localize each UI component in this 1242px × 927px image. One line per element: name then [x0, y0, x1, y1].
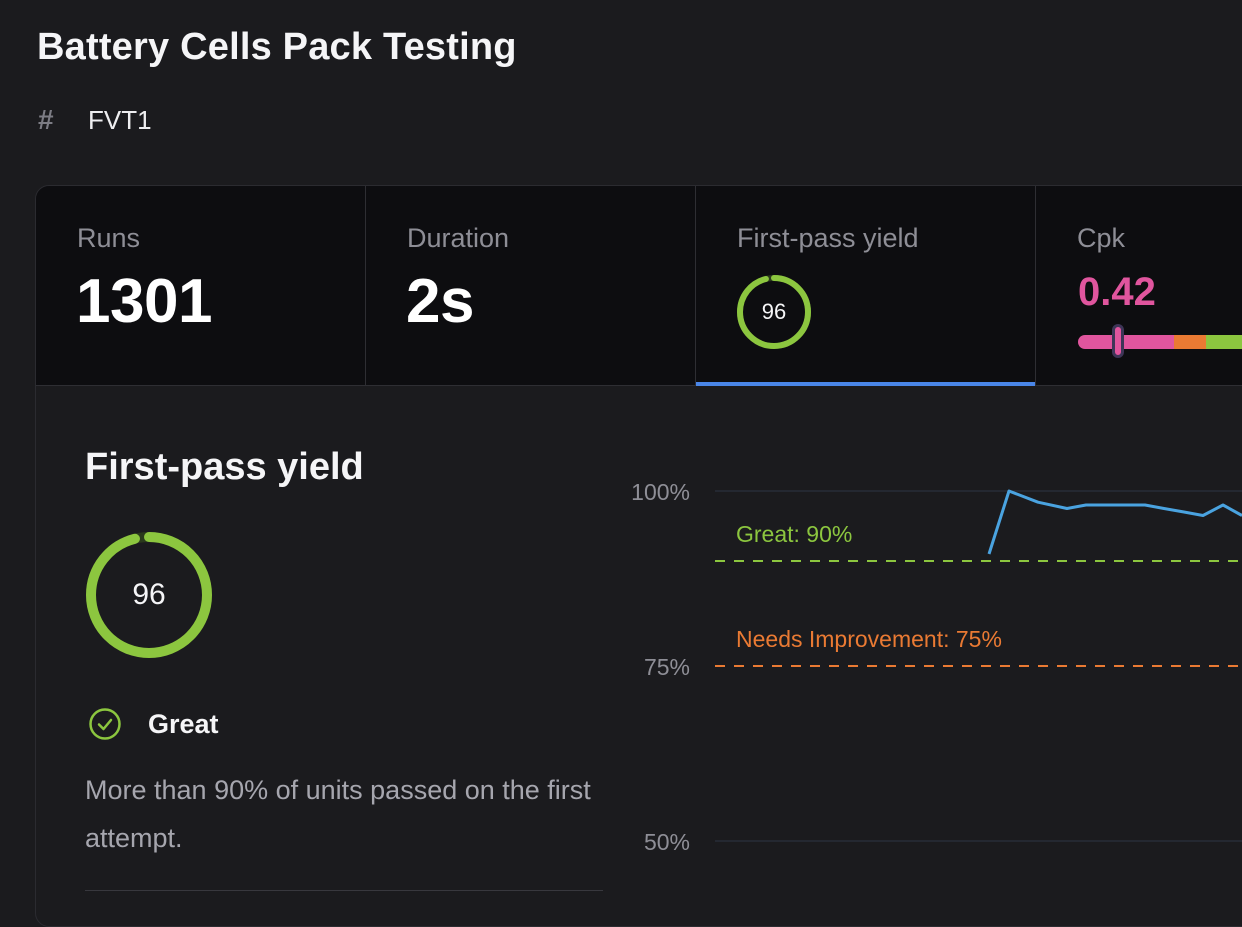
- divider: [85, 890, 603, 891]
- cpk-gauge-poor: [1078, 335, 1174, 349]
- y-tick-label: 75%: [644, 654, 690, 680]
- cpk-gauge-good: [1206, 335, 1242, 349]
- cpk-gauge-fair: [1174, 335, 1206, 349]
- fpy-mini-value: 96: [761, 299, 787, 324]
- series-line: [987, 489, 1242, 555]
- runs-value: 1301: [76, 267, 212, 336]
- detail-title: First-pass yield: [85, 446, 364, 488]
- hash-icon: #: [38, 104, 54, 135]
- rating-row: Great: [88, 704, 219, 744]
- cpk-label: Cpk: [1077, 223, 1126, 253]
- runs-label: Runs: [77, 223, 141, 253]
- stats-tabs: Runs 1301 Duration 2s First-pass yield 9…: [36, 186, 1242, 386]
- y-tick-label: 50%: [644, 829, 690, 855]
- fpy-ring-value: 96: [132, 578, 166, 611]
- duration-label: Duration: [407, 223, 510, 253]
- tab-cpk[interactable]: Cpk 0.42: [1036, 186, 1242, 385]
- duration-value: 2s: [406, 267, 474, 336]
- cpk-value: 0.42: [1078, 270, 1156, 314]
- y-tick-label: 100%: [631, 479, 690, 505]
- cpk-gauge: [1078, 335, 1242, 349]
- station-label: FVT1: [88, 104, 152, 135]
- threshold-label: Needs Improvement: 75%: [736, 626, 1002, 652]
- rating-description: More than 90% of units passed on the fir…: [85, 775, 591, 853]
- fpy-label: First-pass yield: [737, 223, 919, 253]
- tab-duration[interactable]: Duration 2s: [366, 186, 696, 385]
- check-circle-icon: [89, 708, 121, 740]
- tab-runs[interactable]: Runs 1301: [36, 186, 366, 385]
- fpy-trend-chart: 100% 75% 50% Great: 90% Needs Improvement: 7…: [631, 479, 1242, 855]
- threshold-label: Great: 90%: [736, 521, 852, 547]
- active-tab-indicator: [696, 382, 1035, 386]
- page-title: Battery Cells Pack Testing: [37, 26, 517, 68]
- cpk-gauge-marker: [1112, 324, 1124, 358]
- station-row: # FVT1: [38, 100, 152, 140]
- tab-first-pass-yield[interactable]: First-pass yield 96: [696, 186, 1036, 386]
- rating-label: Great: [148, 708, 219, 739]
